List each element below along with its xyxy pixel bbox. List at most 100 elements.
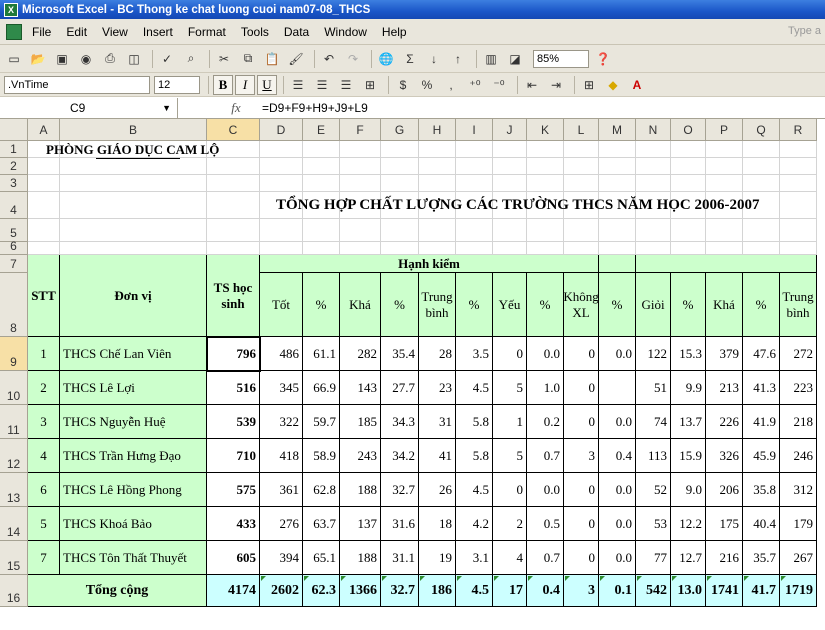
column-header-f[interactable]: F — [340, 119, 381, 141]
data-cell[interactable]: 0.0 — [527, 337, 564, 371]
cell[interactable] — [456, 158, 493, 175]
cell[interactable] — [706, 175, 743, 192]
cell[interactable] — [564, 141, 599, 158]
data-cell[interactable]: 710 — [207, 439, 260, 473]
decrease-decimal-icon[interactable]: ⁻⁰ — [489, 75, 509, 95]
cell[interactable] — [381, 219, 419, 242]
data-cell[interactable]: 63.7 — [303, 507, 340, 541]
align-left-icon[interactable]: ☰ — [288, 75, 308, 95]
data-cell[interactable]: 418 — [260, 439, 303, 473]
cell[interactable] — [419, 219, 456, 242]
row-header-14[interactable]: 14 — [0, 507, 28, 541]
column-header-r[interactable]: R — [780, 119, 817, 141]
unit-name-cell[interactable]: THCS Nguyễn Huệ — [60, 405, 207, 439]
permission-icon[interactable]: ◉ — [76, 49, 96, 69]
data-cell[interactable]: 312 — [780, 473, 817, 507]
column-header-k[interactable]: K — [527, 119, 564, 141]
redo-icon[interactable]: ↷ — [343, 49, 363, 69]
data-cell[interactable]: 23 — [419, 371, 456, 405]
data-cell[interactable]: 0.0 — [599, 473, 636, 507]
data-cell[interactable]: 4.2 — [456, 507, 493, 541]
cell[interactable] — [493, 141, 527, 158]
formula-input[interactable]: =D9+F9+H9+J9+L9 — [262, 101, 368, 115]
data-cell[interactable]: 62.8 — [303, 473, 340, 507]
cell[interactable] — [493, 175, 527, 192]
data-cell[interactable]: 52 — [636, 473, 671, 507]
data-cell[interactable]: 1 — [493, 405, 527, 439]
sort-ascending-icon[interactable]: ↓ — [424, 49, 444, 69]
cell[interactable] — [60, 158, 207, 175]
column-header-a[interactable]: A — [28, 119, 60, 141]
print-icon[interactable]: ⎙ — [100, 49, 120, 69]
data-cell[interactable]: 4 — [28, 439, 60, 473]
data-cell[interactable]: 34.2 — [381, 439, 419, 473]
row-header-13[interactable]: 13 — [0, 473, 28, 507]
data-cell[interactable]: 433 — [207, 507, 260, 541]
cell[interactable] — [636, 175, 671, 192]
align-right-icon[interactable]: ☰ — [336, 75, 356, 95]
percent-button[interactable]: % — [417, 75, 437, 95]
data-cell[interactable]: 6 — [28, 473, 60, 507]
data-cell[interactable]: 379 — [706, 337, 743, 371]
cell[interactable] — [706, 141, 743, 158]
unit-name-cell[interactable]: THCS Lê Hồng Phong — [60, 473, 207, 507]
data-cell[interactable]: 143 — [340, 371, 381, 405]
cell[interactable] — [743, 242, 780, 255]
unit-name-cell[interactable]: THCS Khoá Bảo — [60, 507, 207, 541]
data-cell[interactable]: 35.8 — [743, 473, 780, 507]
cell[interactable] — [60, 219, 207, 242]
increase-indent-icon[interactable]: ⇥ — [546, 75, 566, 95]
cell[interactable] — [28, 158, 60, 175]
cell[interactable] — [60, 175, 207, 192]
data-cell[interactable]: 41 — [419, 439, 456, 473]
data-cell[interactable]: 223 — [780, 371, 817, 405]
data-cell[interactable]: 31.1 — [381, 541, 419, 575]
cell[interactable] — [260, 219, 303, 242]
cell[interactable] — [599, 242, 636, 255]
data-cell[interactable]: 15.3 — [671, 337, 706, 371]
cell[interactable] — [671, 219, 706, 242]
cell[interactable] — [260, 158, 303, 175]
cell[interactable] — [527, 242, 564, 255]
worksheet-grid[interactable]: A B C D E F G H I J K L M N O P Q R 1 2 3 4 5 6 7 8 9 10 11 12 13 14 15 1… — [0, 119, 825, 630]
menu-tools[interactable]: Tools — [241, 25, 269, 39]
data-cell[interactable]: 0.7 — [527, 439, 564, 473]
data-cell[interactable]: 31.6 — [381, 507, 419, 541]
menu-insert[interactable]: Insert — [143, 25, 173, 39]
menu-data[interactable]: Data — [284, 25, 309, 39]
data-cell[interactable]: 179 — [780, 507, 817, 541]
cell[interactable] — [303, 158, 340, 175]
data-cell[interactable]: 0 — [564, 541, 599, 575]
data-cell[interactable]: 13.7 — [671, 405, 706, 439]
merge-center-icon[interactable]: ⊞ — [360, 75, 380, 95]
data-cell[interactable]: 4.5 — [456, 371, 493, 405]
cell[interactable] — [303, 141, 340, 158]
menu-file[interactable]: File — [32, 25, 51, 39]
unit-name-cell[interactable]: THCS Lê Lợi — [60, 371, 207, 405]
cell[interactable] — [381, 242, 419, 255]
row-header-3[interactable]: 3 — [0, 175, 28, 192]
data-cell[interactable]: 246 — [780, 439, 817, 473]
cell[interactable] — [564, 158, 599, 175]
cell[interactable] — [493, 242, 527, 255]
data-cell[interactable]: 0 — [493, 473, 527, 507]
column-header-o[interactable]: O — [671, 119, 706, 141]
data-cell[interactable]: 1.0 — [527, 371, 564, 405]
data-cell[interactable]: 59.7 — [303, 405, 340, 439]
menu-format[interactable]: Format — [188, 25, 226, 39]
column-header-j[interactable]: J — [493, 119, 527, 141]
cell[interactable] — [564, 175, 599, 192]
data-cell[interactable]: 3 — [564, 439, 599, 473]
cell[interactable] — [260, 141, 303, 158]
data-cell[interactable]: 0.0 — [527, 473, 564, 507]
decrease-indent-icon[interactable]: ⇤ — [522, 75, 542, 95]
format-painter-icon[interactable]: 🖌 — [286, 49, 306, 69]
column-header-m[interactable]: M — [599, 119, 636, 141]
cell[interactable] — [340, 158, 381, 175]
cell[interactable] — [743, 141, 780, 158]
comma-button[interactable]: , — [441, 75, 461, 95]
cell[interactable] — [671, 242, 706, 255]
data-cell[interactable]: 5 — [28, 507, 60, 541]
data-cell[interactable]: 9.0 — [671, 473, 706, 507]
menu-window[interactable]: Window — [324, 25, 367, 39]
